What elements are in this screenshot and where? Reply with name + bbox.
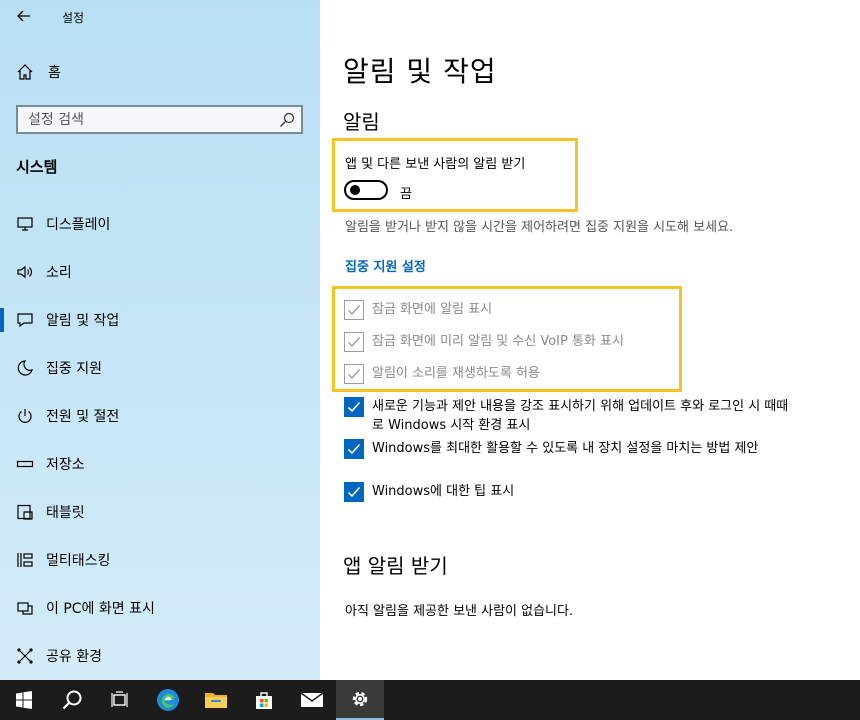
search-icon[interactable] xyxy=(48,680,96,720)
checkbox-checked[interactable] xyxy=(344,397,364,417)
task-view-icon[interactable] xyxy=(96,680,144,720)
option-label: Windows에 대한 팁 표시 xyxy=(372,484,515,499)
sidebar-item-notifications[interactable]: 알림 및 작업 xyxy=(0,296,320,344)
tablet-icon xyxy=(16,503,34,521)
toggle-state-text: 끔 xyxy=(400,187,412,202)
checkbox-disabled[interactable] xyxy=(344,332,364,352)
windows-start-icon[interactable] xyxy=(0,680,48,720)
sidebar-item-shared[interactable]: 공유 환경 xyxy=(0,632,320,680)
notifications-heading: 알림 xyxy=(343,110,380,134)
sidebar: 설정 홈 시스템 디스플레이 소리 알림 및 작업 집중 지원 전원 및 절전 xyxy=(0,0,320,680)
app-notifications-heading: 앱 알림 받기 xyxy=(343,554,448,578)
mail-icon[interactable] xyxy=(288,680,336,720)
storage-icon xyxy=(16,455,34,473)
notification-icon xyxy=(16,311,34,329)
multitasking-icon xyxy=(16,551,34,569)
option-notification-sounds[interactable]: 알림이 소리를 재생하도록 허용 xyxy=(344,364,792,384)
highlight-box xyxy=(332,138,578,212)
option-label: 새로운 기능과 제안 내용을 강조 표시하기 위해 업데이트 후와 로그인 시 … xyxy=(372,399,789,433)
sidebar-item-label: 알림 및 작업 xyxy=(46,313,120,329)
option-label: 잠금 화면에 미리 알림 및 수신 VoIP 통화 표시 xyxy=(372,334,624,349)
project-icon xyxy=(16,599,34,617)
focus-assist-description: 알림을 받거나 받지 않을 시간을 제어하려면 집중 지원을 시도해 보세요. xyxy=(345,220,734,235)
notifications-toggle-label: 앱 및 다른 보낸 사람의 알림 받기 xyxy=(345,157,526,172)
checkmark-icon xyxy=(347,443,361,455)
no-senders-text: 아직 알림을 제공한 보낸 사람이 없습니다. xyxy=(345,604,574,619)
sidebar-item-label: 저장소 xyxy=(46,457,85,473)
search-input[interactable] xyxy=(18,107,268,132)
home-icon xyxy=(17,64,33,80)
edge-icon[interactable] xyxy=(144,680,192,720)
sidebar-item-power[interactable]: 전원 및 절전 xyxy=(0,392,320,440)
option-label: Windows를 최대한 활용할 수 있도록 내 장치 설정을 마치는 방법 제… xyxy=(372,441,759,456)
monitor-icon xyxy=(16,215,34,233)
option-welcome-experience[interactable]: 새로운 기능과 제안 내용을 강조 표시하기 위해 업데이트 후와 로그인 시 … xyxy=(344,397,792,435)
option-windows-tips[interactable]: Windows에 대한 팁 표시 xyxy=(344,482,792,502)
search-icon[interactable] xyxy=(279,112,295,128)
checkbox-disabled[interactable] xyxy=(344,300,364,320)
sidebar-item-label: 집중 지원 xyxy=(46,361,102,377)
sidebar-item-display[interactable]: 디스플레이 xyxy=(0,200,320,248)
sidebar-item-focus-assist[interactable]: 집중 지원 xyxy=(0,344,320,392)
sidebar-item-project[interactable]: 이 PC에 화면 표시 xyxy=(0,584,320,632)
checkmark-icon xyxy=(347,401,361,413)
page-title: 알림 및 작업 xyxy=(343,55,497,88)
checkmark-icon xyxy=(347,486,361,498)
sidebar-item-label: 소리 xyxy=(46,265,72,281)
title-bar: 설정 xyxy=(0,0,320,32)
checkbox-checked[interactable] xyxy=(344,482,364,502)
focus-assist-settings-link[interactable]: 집중 지원 설정 xyxy=(345,256,426,275)
sidebar-item-label: 공유 환경 xyxy=(46,649,102,665)
shared-icon xyxy=(16,647,34,665)
sidebar-item-label: 멀티태스킹 xyxy=(46,553,111,569)
back-arrow-icon[interactable] xyxy=(16,8,32,24)
settings-icon[interactable] xyxy=(336,680,384,720)
checkbox-disabled[interactable] xyxy=(344,364,364,384)
checkbox-checked[interactable] xyxy=(344,439,364,459)
store-icon[interactable] xyxy=(240,680,288,720)
app-title: 설정 xyxy=(62,11,85,25)
home-link[interactable]: 홈 xyxy=(16,60,61,84)
option-label: 알림이 소리를 재생하도록 허용 xyxy=(372,366,540,381)
sidebar-item-label: 태블릿 xyxy=(46,505,85,521)
option-label: 잠금 화면에 알림 표시 xyxy=(372,302,493,317)
home-label: 홈 xyxy=(48,65,61,81)
power-icon xyxy=(16,407,34,425)
notifications-toggle[interactable] xyxy=(344,180,388,200)
sidebar-item-storage[interactable]: 저장소 xyxy=(0,440,320,488)
sidebar-item-tablet[interactable]: 태블릿 xyxy=(0,488,320,536)
taskbar xyxy=(0,680,860,720)
sidebar-item-label: 디스플레이 xyxy=(46,217,111,233)
file-explorer-icon[interactable] xyxy=(192,680,240,720)
sidebar-item-sound[interactable]: 소리 xyxy=(0,248,320,296)
section-title: 시스템 xyxy=(16,158,58,176)
checkmark-icon xyxy=(348,337,361,348)
sidebar-item-label: 이 PC에 화면 표시 xyxy=(46,601,155,617)
checkmark-icon xyxy=(348,369,361,380)
sidebar-nav: 디스플레이 소리 알림 및 작업 집중 지원 전원 및 절전 저장소 태블릿 멀… xyxy=(0,200,320,680)
sidebar-item-multitasking[interactable]: 멀티태스킹 xyxy=(0,536,320,584)
sidebar-item-label: 전원 및 절전 xyxy=(46,409,120,425)
option-lock-screen-reminders[interactable]: 잠금 화면에 미리 알림 및 수신 VoIP 통화 표시 xyxy=(344,332,792,352)
main-panel: 알림 및 작업 알림 앱 및 다른 보낸 사람의 알림 받기 끔 알림을 받거나… xyxy=(320,0,860,680)
option-finish-setup-suggestions[interactable]: Windows를 최대한 활용할 수 있도록 내 장치 설정을 마치는 방법 제… xyxy=(344,439,792,459)
toggle-knob xyxy=(350,185,360,195)
checkmark-icon xyxy=(348,305,361,316)
moon-icon xyxy=(16,359,34,377)
option-lock-screen-notifications[interactable]: 잠금 화면에 알림 표시 xyxy=(344,300,792,320)
speaker-icon xyxy=(16,263,34,281)
settings-search-box[interactable] xyxy=(16,105,303,134)
